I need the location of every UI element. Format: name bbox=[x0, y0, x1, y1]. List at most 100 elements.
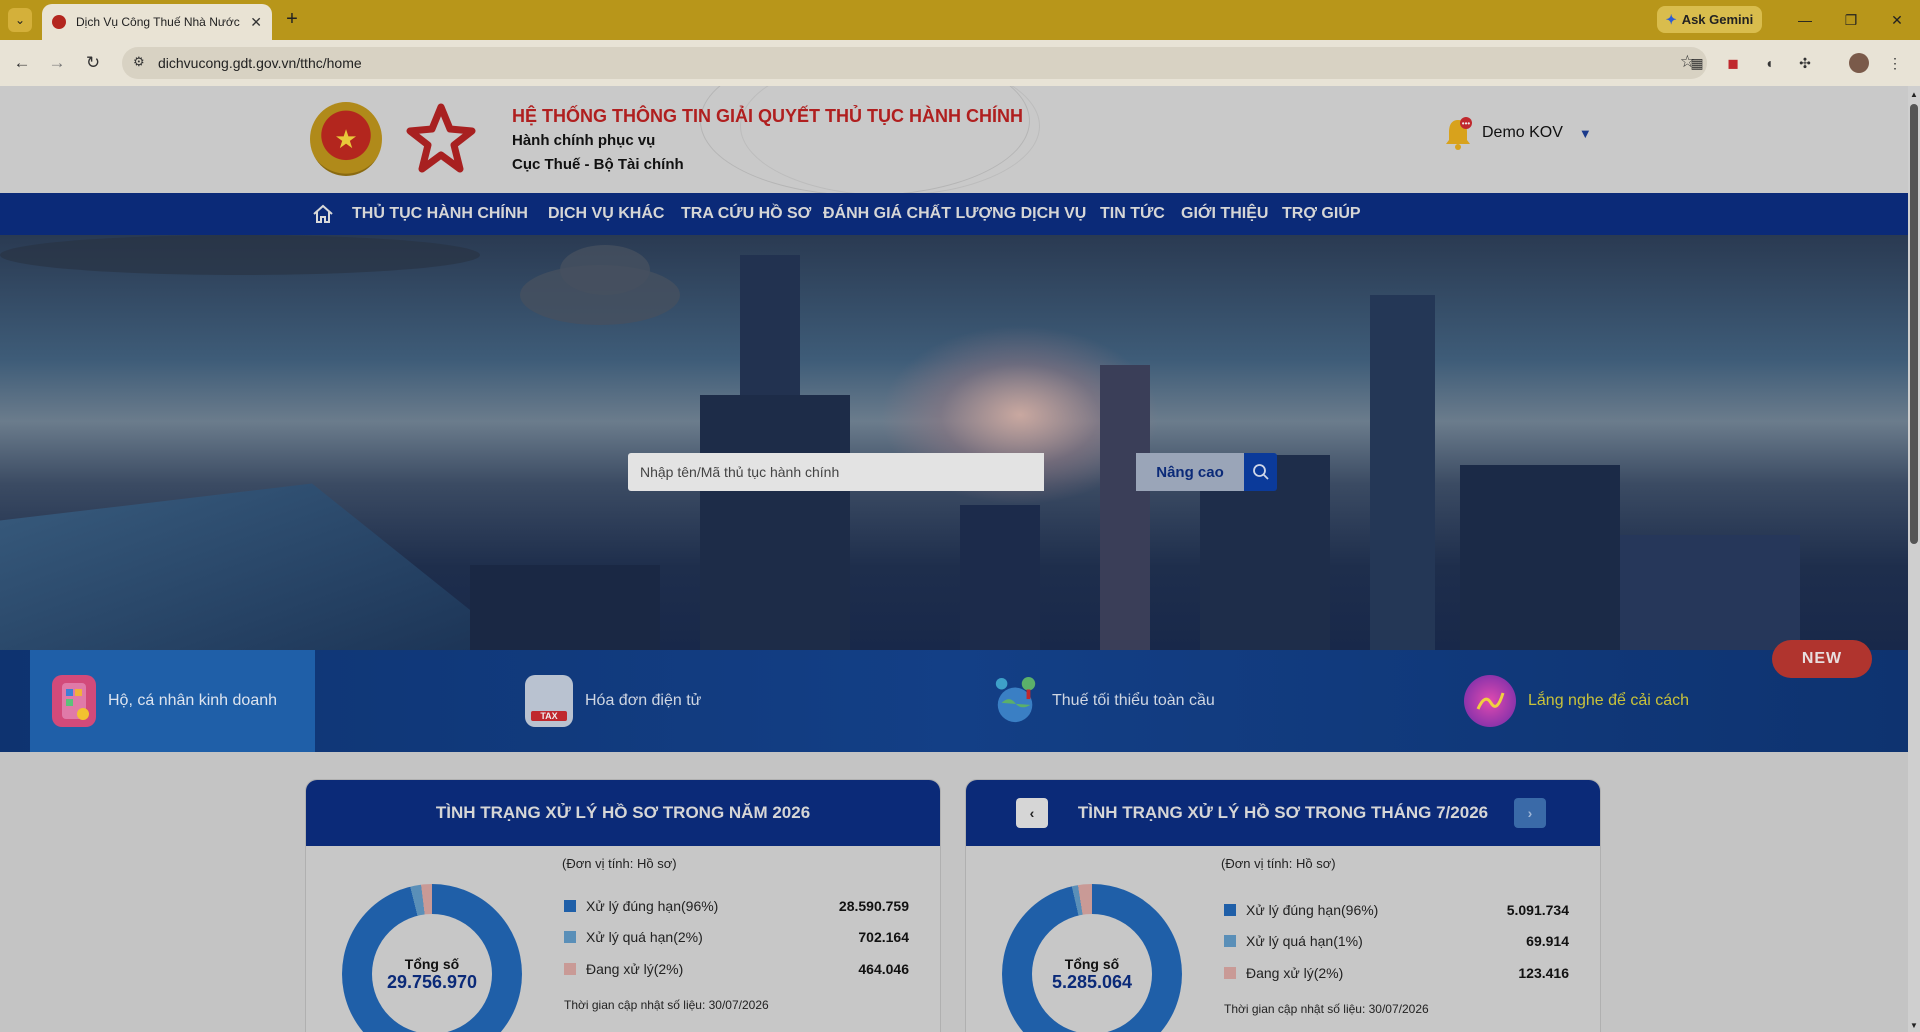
hero-cloud bbox=[560, 245, 650, 295]
ask-gemini-button[interactable]: ✦ Ask Gemini bbox=[1657, 6, 1762, 33]
total-value: 29.756.970 bbox=[386, 972, 478, 992]
national-emblem-logo[interactable]: ★ bbox=[310, 102, 382, 176]
home-icon[interactable] bbox=[312, 203, 334, 230]
site-info-icon[interactable]: ⚙ bbox=[133, 54, 145, 70]
legend-value: 5.091.734 bbox=[1506, 902, 1569, 918]
close-window-button[interactable]: ✕ bbox=[1874, 0, 1920, 40]
legend-item-overdue: Xử lý quá hạn(2%) 702.164 bbox=[564, 929, 909, 945]
donut-center: Tổng số 29.756.970 bbox=[372, 914, 492, 1032]
legend-label: Xử lý đúng hạn(96%) bbox=[1246, 902, 1379, 918]
quick-link-thue-toi-thieu[interactable]: Thuế tối thiểu toàn cầu bbox=[992, 650, 1215, 752]
status-donut-chart: Tổng số 29.756.970 bbox=[342, 884, 522, 1032]
legend-item-ontime: Xử lý đúng hạn(96%) 28.590.759 bbox=[564, 898, 909, 914]
legend-label: Xử lý quá hạn(1%) bbox=[1246, 933, 1363, 949]
business-phone-icon bbox=[52, 675, 96, 727]
scroll-up-icon[interactable]: ▲ bbox=[1910, 90, 1918, 99]
site-header: ★ HỆ THỐNG THÔNG TIN GIẢI QUYẾT THỦ TỤC … bbox=[0, 86, 1908, 196]
hero-building bbox=[1100, 365, 1150, 650]
scrollbar-thumb[interactable] bbox=[1910, 104, 1918, 544]
minimize-button[interactable]: — bbox=[1782, 0, 1828, 40]
procedure-search-input[interactable]: Nhập tên/Mã thủ tục hành chính bbox=[628, 453, 1044, 491]
quick-link-ho-ca-nhan[interactable]: Hộ, cá nhân kinh doanh bbox=[30, 650, 315, 752]
restore-button[interactable]: ❐ bbox=[1828, 0, 1874, 40]
hero-building bbox=[960, 505, 1040, 650]
next-month-button[interactable]: › bbox=[1514, 798, 1546, 828]
url-text: dichvucong.gdt.gov.vn/tthc/home bbox=[158, 55, 362, 71]
tab-search-button[interactable]: ⌄ bbox=[8, 8, 32, 32]
site-favicon-icon bbox=[52, 15, 66, 29]
hero-tower bbox=[1370, 295, 1435, 650]
new-tab-button[interactable]: + bbox=[280, 8, 304, 32]
unit-label: (Đơn vị tính: Hồ sơ) bbox=[562, 856, 677, 871]
site-subtitle: Hành chính phục vụ bbox=[512, 132, 656, 149]
legend-label: Đang xử lý(2%) bbox=[586, 961, 684, 977]
legend-label: Đang xử lý(2%) bbox=[1246, 965, 1344, 981]
total-label: Tổng số bbox=[404, 956, 460, 972]
address-bar[interactable]: ⚙ dichvucong.gdt.gov.vn/tthc/home ☆ bbox=[122, 47, 1707, 79]
tab-title: Dịch Vụ Công Thuế Nhà Nước bbox=[76, 15, 240, 29]
profile-avatar[interactable] bbox=[1848, 52, 1870, 74]
nav-item-tin-tuc[interactable]: TIN TỨC bbox=[1100, 193, 1165, 235]
search-button[interactable] bbox=[1244, 453, 1277, 491]
qr-code-icon[interactable]: ▦ bbox=[1686, 52, 1708, 74]
new-badge: NEW bbox=[1772, 640, 1872, 678]
legend-swatch bbox=[1224, 967, 1236, 979]
legend-label: Xử lý quá hạn(2%) bbox=[586, 929, 703, 945]
quick-links-bar: Hộ, cá nhân kinh doanh TAX Hóa đơn điện … bbox=[0, 650, 1908, 752]
quick-link-label: Thuế tối thiểu toàn cầu bbox=[1052, 692, 1215, 709]
nav-item-dich-vu-khac[interactable]: DỊCH VỤ KHÁC bbox=[548, 193, 664, 235]
legend-label: Xử lý đúng hạn(96%) bbox=[586, 898, 719, 914]
site-organization: Cục Thuế - Bộ Tài chính bbox=[512, 156, 684, 173]
close-tab-icon[interactable]: ✕ bbox=[250, 14, 262, 31]
tax-department-logo[interactable] bbox=[405, 102, 477, 176]
legend-value: 702.164 bbox=[858, 929, 909, 945]
gemini-icon: ✦ bbox=[1665, 11, 1677, 27]
hero-banner bbox=[0, 235, 1908, 650]
quick-link-lang-nghe[interactable]: Lắng nghe để cải cách bbox=[1464, 650, 1689, 752]
notification-bell-icon[interactable]: ••• bbox=[1444, 116, 1472, 150]
web-page: ★ HỆ THỐNG THÔNG TIN GIẢI QUYẾT THỦ TỤC … bbox=[0, 86, 1908, 1032]
reload-button[interactable]: ↻ bbox=[80, 50, 106, 76]
ask-gemini-label: Ask Gemini bbox=[1681, 12, 1754, 27]
main-navigation: THỦ TỤC HÀNH CHÍNH DỊCH VỤ KHÁC TRA CỨU … bbox=[0, 193, 1908, 235]
browser-menu-icon[interactable]: ⋮ bbox=[1884, 52, 1906, 74]
legend-item-overdue: Xử lý quá hạn(1%) 69.914 bbox=[1224, 933, 1569, 949]
legend-value: 28.590.759 bbox=[838, 898, 909, 914]
hero-building bbox=[1460, 465, 1620, 650]
extension-media-icon[interactable]: ◖ bbox=[1758, 52, 1780, 74]
extension-red-icon[interactable]: ◼ bbox=[1722, 52, 1744, 74]
scroll-down-icon[interactable]: ▼ bbox=[1910, 1021, 1918, 1030]
extensions-puzzle-icon[interactable]: ✣ bbox=[1794, 52, 1816, 74]
quick-link-label: Lắng nghe để cải cách bbox=[1528, 692, 1690, 709]
legend-swatch bbox=[564, 963, 576, 975]
panel-title: TÌNH TRẠNG XỬ LÝ HỒ SƠ TRONG NĂM 2026 bbox=[435, 803, 811, 822]
forward-button[interactable]: → bbox=[44, 50, 70, 76]
nav-item-gioi-thieu[interactable]: GIỚI THIỆU bbox=[1181, 193, 1268, 235]
user-menu[interactable]: ••• Demo KOV ▼ bbox=[1444, 116, 1592, 150]
nav-item-tro-giup[interactable]: TRỢ GIÚP bbox=[1282, 193, 1361, 235]
hero-building bbox=[1620, 535, 1800, 650]
chevron-down-icon: ▼ bbox=[1578, 125, 1592, 141]
previous-month-button[interactable]: ‹ bbox=[1016, 798, 1048, 828]
legend-swatch bbox=[564, 931, 576, 943]
nav-item-thu-tuc-hanh-chinh[interactable]: THỦ TỤC HÀNH CHÍNH bbox=[352, 193, 528, 235]
advanced-search-button[interactable]: Nâng cao bbox=[1136, 453, 1244, 491]
hero-river bbox=[0, 483, 520, 650]
panel-header: TÌNH TRẠNG XỬ LÝ HỒ SƠ TRONG NĂM 2026 bbox=[306, 780, 940, 846]
total-label: Tổng số bbox=[1064, 956, 1120, 972]
panel-header: ‹ TÌNH TRẠNG XỬ LÝ HỒ SƠ TRONG THÁNG 7/2… bbox=[966, 780, 1600, 846]
search-icon bbox=[1252, 464, 1269, 480]
legend-value: 123.416 bbox=[1518, 965, 1569, 981]
nav-item-tra-cuu-ho-so[interactable]: TRA CỨU HỒ SƠ bbox=[681, 193, 811, 235]
site-title: HỆ THỐNG THÔNG TIN GIẢI QUYẾT THỦ TỤC HÀ… bbox=[512, 106, 1023, 126]
legend-item-processing: Đang xử lý(2%) 123.416 bbox=[1224, 965, 1569, 981]
quick-link-hoa-don-dien-tu[interactable]: TAX Hóa đơn điện tử bbox=[525, 650, 701, 752]
browser-tab[interactable]: Dịch Vụ Công Thuế Nhà Nước ✕ bbox=[42, 4, 272, 40]
total-value: 5.285.064 bbox=[1051, 972, 1133, 992]
nav-item-danh-gia[interactable]: ĐÁNH GIÁ CHẤT LƯỢNG DỊCH VỤ bbox=[823, 193, 1086, 235]
back-button[interactable]: ← bbox=[9, 50, 35, 76]
legend-item-processing: Đang xử lý(2%) 464.046 bbox=[564, 961, 909, 977]
unit-label: (Đơn vị tính: Hồ sơ) bbox=[1221, 856, 1336, 871]
legend-swatch bbox=[1224, 935, 1236, 947]
page-scrollbar[interactable]: ▲ ▼ bbox=[1908, 86, 1920, 1032]
